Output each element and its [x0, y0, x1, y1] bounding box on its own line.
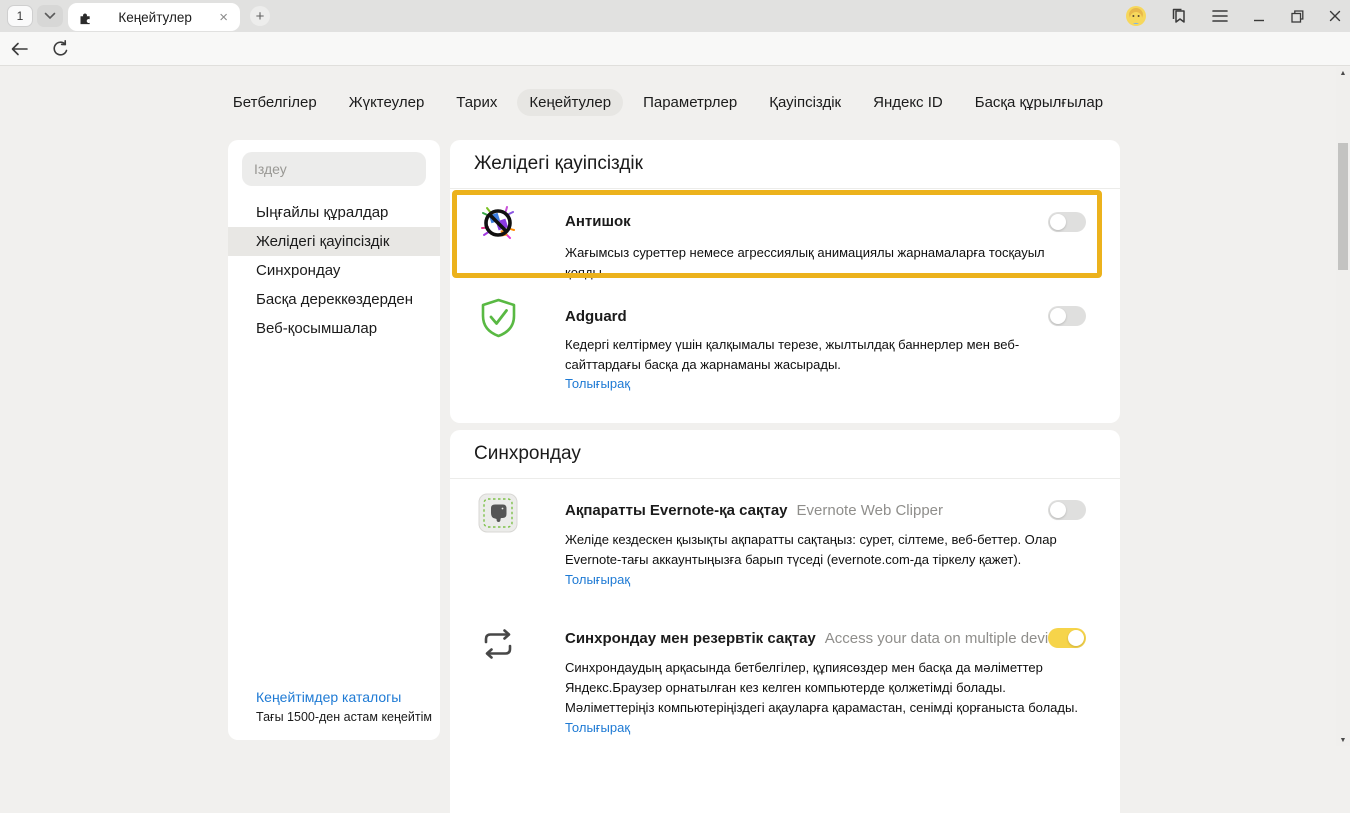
sidebar-item-other-sources[interactable]: Басқа дереккөздерден — [228, 285, 440, 314]
no-ads-colorful-icon — [478, 203, 518, 243]
green-shield-check-icon — [480, 298, 517, 338]
reload-icon — [52, 40, 69, 58]
extension-subtitle: Evernote Web Clipper — [797, 502, 943, 519]
extension-subtitle: Access your data on multiple devices — [825, 630, 1072, 647]
toolbar: Кеңейтулер tune — [0, 32, 1350, 66]
evernote-elephant-icon — [478, 493, 518, 533]
evernote-toggle[interactable] — [1048, 500, 1086, 520]
tab-title: Кеңейтулер — [93, 10, 217, 25]
section-sync: Синхрондау Ақпаратты Evernote-қа сақтауE… — [450, 430, 1120, 813]
extension-name: Ақпаратты Evernote-қа сақтауEvernote Web… — [565, 502, 943, 519]
adguard-toggle[interactable] — [1048, 306, 1086, 326]
scroll-up-icon[interactable]: ▲ — [1336, 67, 1350, 79]
reload-button[interactable] — [50, 39, 70, 59]
restore-button[interactable] — [1290, 9, 1304, 23]
repeat-arrows-icon — [480, 626, 516, 662]
divider — [450, 188, 1120, 189]
menu-icon[interactable] — [1212, 9, 1228, 23]
extension-description: Жағымсыз суреттер немесе агрессиялық ани… — [565, 243, 1085, 283]
section-title: Желідегі қауіпсіздік — [474, 153, 643, 175]
extension-name: Синхрондау мен резервтік сақтауAccess yo… — [565, 630, 1072, 647]
puzzle-icon — [78, 10, 93, 25]
tab-history[interactable]: Тарих — [444, 89, 509, 116]
scrollbar-thumb[interactable] — [1338, 143, 1348, 270]
scroll-down-icon[interactable]: ▼ — [1336, 734, 1350, 746]
back-button[interactable] — [10, 39, 30, 59]
tab-bookmarks[interactable]: Бетбелгілер — [221, 89, 329, 116]
chevron-down-icon — [44, 12, 56, 20]
sidebar-list: Ыңғайлы құралдар Желідегі қауіпсіздік Си… — [228, 198, 440, 343]
close-window-button[interactable] — [1328, 9, 1342, 23]
back-arrow-icon — [11, 42, 29, 56]
tab-downloads[interactable]: Жүктеулер — [337, 89, 437, 116]
extension-description: Синхрондаудың арқасында бетбелгілер, құп… — [565, 658, 1085, 718]
tab-settings[interactable]: Параметрлер — [631, 89, 749, 116]
extension-name: Антишок — [565, 213, 631, 230]
section-network-security: Желідегі қауіпсіздік — [450, 140, 1120, 423]
tab-extensions[interactable]: Кеңейтулер — [517, 89, 623, 116]
sync-backup-toggle[interactable] — [1048, 628, 1086, 648]
tab-security[interactable]: Қауіпсіздік — [757, 89, 853, 116]
extensions-catalog-note: Тағы 1500-ден астам кеңейтім — [256, 710, 432, 724]
sidebar-footer: Кеңейтімдер каталогы Тағы 1500-ден астам… — [256, 689, 432, 724]
sidebar-item-convenient-tools[interactable]: Ыңғайлы құралдар — [228, 198, 440, 227]
sidebar-item-network-security[interactable]: Желідегі қауіпсіздік — [228, 227, 440, 256]
antishock-toggle[interactable] — [1048, 212, 1086, 232]
more-details-link[interactable]: Толығырақ — [565, 720, 630, 735]
extensions-catalog-link[interactable]: Кеңейтімдер каталогы — [256, 689, 432, 705]
tab-yandex-id[interactable]: Яндекс ID — [861, 89, 955, 116]
divider — [450, 478, 1120, 479]
extension-description: Кедергі келтірмеу үшін қалқымалы терезе,… — [565, 335, 1085, 375]
extension-description: Желіде кездескен қызықты ақпаратты сақта… — [565, 530, 1085, 570]
tab-counter[interactable]: 1 — [7, 5, 33, 27]
browser-tab[interactable]: Кеңейтулер × — [68, 3, 240, 31]
sidebar-item-web-apps[interactable]: Веб-қосымшалар — [228, 314, 440, 343]
tab-other-devices[interactable]: Басқа құрылғылар — [963, 89, 1115, 116]
settings-page: Бетбелгілер Жүктеулер Тарих Кеңейтулер П… — [0, 67, 1350, 746]
collections-icon[interactable] — [1170, 7, 1188, 25]
tab-strip: 1 Кеңейтулер × + — [0, 0, 1350, 32]
profile-avatar[interactable] — [1126, 6, 1146, 26]
sidebar-item-sync[interactable]: Синхрондау — [228, 256, 440, 285]
settings-nav-tabs: Бетбелгілер Жүктеулер Тарих Кеңейтулер П… — [0, 89, 1336, 116]
more-details-link[interactable]: Толығырақ — [565, 572, 630, 587]
extension-name: Adguard — [565, 308, 627, 325]
search-input[interactable] — [242, 152, 426, 186]
tab-list-chevron-button[interactable] — [37, 5, 63, 27]
page-scrollbar[interactable]: ▲ ▼ — [1336, 67, 1350, 746]
new-tab-button[interactable]: + — [250, 6, 270, 26]
minimize-button[interactable] — [1252, 9, 1266, 23]
extensions-sidebar: Ыңғайлы құралдар Желідегі қауіпсіздік Си… — [228, 140, 440, 740]
more-details-link[interactable]: Толығырақ — [565, 376, 630, 391]
tab-close-icon[interactable]: × — [217, 10, 230, 25]
section-title: Синхрондау — [474, 443, 581, 465]
